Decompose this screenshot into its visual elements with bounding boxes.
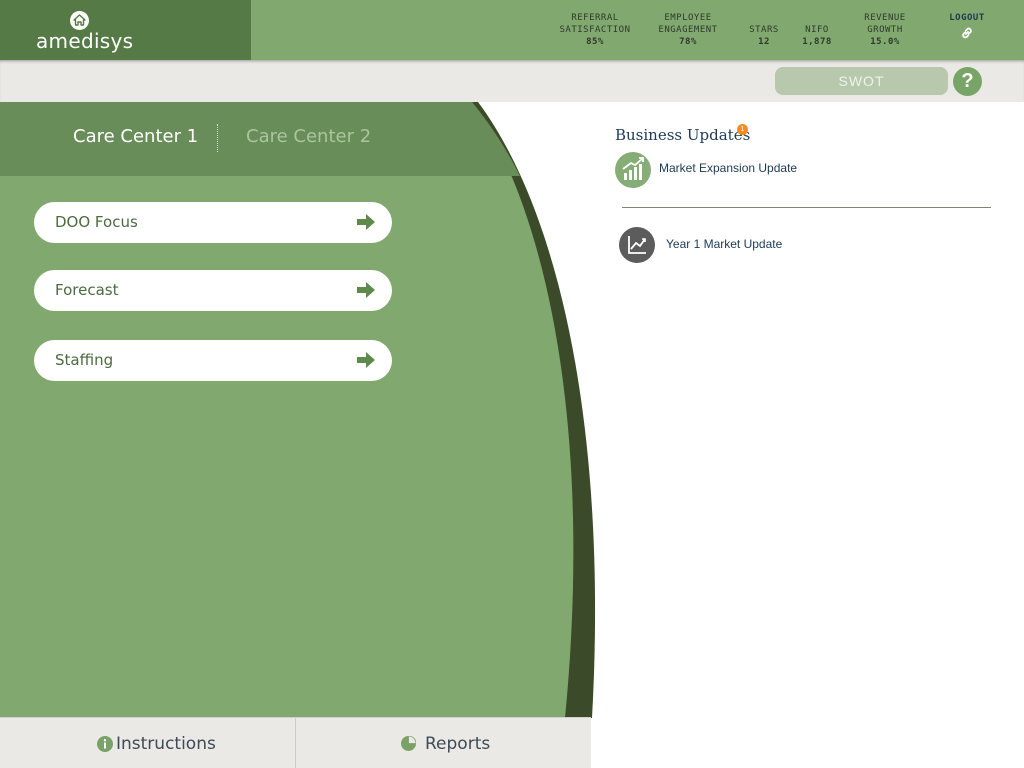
metric-employee-engagement: EMPLOYEE ENGAGEMENT 78% bbox=[658, 13, 718, 47]
swot-button[interactable]: SWOT bbox=[775, 67, 948, 95]
instructions-tab[interactable]: Instructions bbox=[0, 717, 296, 768]
menu-item-label: Forecast bbox=[55, 281, 119, 299]
reports-label: Reports bbox=[425, 734, 491, 754]
year-1-market-update-link[interactable]: Year 1 Market Update bbox=[666, 237, 782, 251]
tab-divider bbox=[217, 124, 218, 152]
arrow-right-icon bbox=[357, 214, 375, 230]
brand-logo[interactable]: amedisys bbox=[0, 0, 251, 60]
metric-revenue-growth: REVENUE GROWTH 15.0% bbox=[864, 13, 906, 47]
info-icon bbox=[97, 736, 113, 752]
menu-item-label: DOO Focus bbox=[55, 213, 138, 231]
left-panel-background bbox=[0, 102, 596, 718]
reports-tab[interactable]: Reports bbox=[296, 717, 591, 768]
updates-divider bbox=[622, 207, 991, 208]
tab-care-center-2[interactable]: Care Center 2 bbox=[246, 126, 371, 147]
top-header: amedisys REFERRAL SATISFACTION 85% EMPLO… bbox=[0, 0, 1024, 60]
notification-badge: 1 bbox=[737, 124, 748, 135]
home-icon bbox=[70, 11, 89, 30]
staffing-button[interactable]: Staffing bbox=[34, 340, 392, 381]
forecast-button[interactable]: Forecast bbox=[34, 270, 392, 311]
metric-nifo: NIFO 1,878 bbox=[802, 25, 832, 47]
tab-care-center-1[interactable]: Care Center 1 bbox=[73, 126, 198, 147]
pie-chart-icon bbox=[401, 736, 416, 751]
metric-stars: STARS 12 bbox=[749, 25, 779, 47]
arrow-right-icon bbox=[357, 352, 375, 368]
link-icon bbox=[962, 27, 972, 39]
logout-button[interactable]: LOGOUT bbox=[944, 13, 990, 40]
doo-focus-button[interactable]: DOO Focus bbox=[34, 202, 392, 243]
brand-name: amedisys bbox=[36, 29, 134, 53]
help-button[interactable]: ? bbox=[953, 67, 982, 96]
line-chart-icon[interactable] bbox=[619, 227, 655, 263]
logout-label: LOGOUT bbox=[949, 13, 985, 23]
market-expansion-update-link[interactable]: Market Expansion Update bbox=[659, 161, 797, 175]
arrow-right-icon bbox=[357, 282, 375, 298]
menu-item-label: Staffing bbox=[55, 351, 114, 369]
growth-chart-icon[interactable] bbox=[615, 152, 651, 188]
metric-referral-satisfaction: REFERRAL SATISFACTION 85% bbox=[559, 13, 631, 47]
business-updates-title: Business Updates bbox=[615, 126, 751, 144]
instructions-label: Instructions bbox=[116, 734, 216, 754]
